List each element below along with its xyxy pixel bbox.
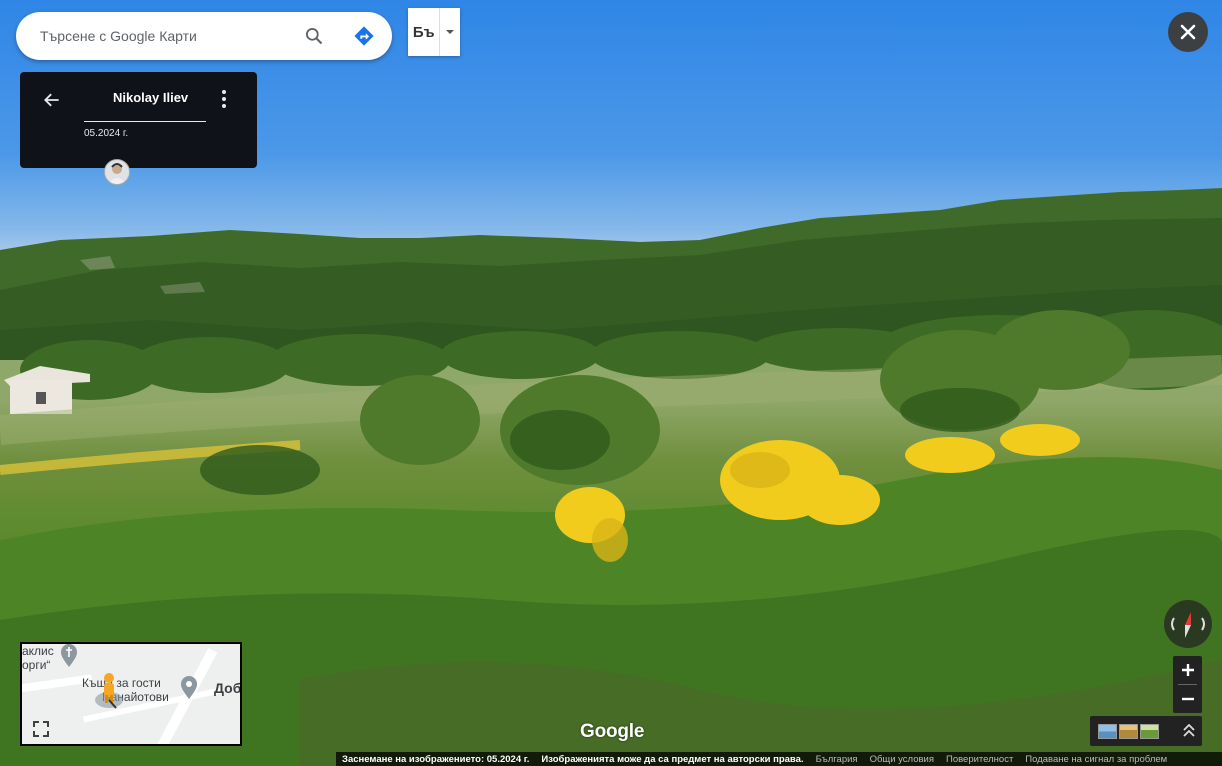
map-label: орги“ xyxy=(22,658,51,672)
thumbnail-meadow[interactable] xyxy=(1140,724,1159,739)
capture-date: 05.2024 г. xyxy=(84,128,129,139)
thumbnail-sky[interactable] xyxy=(1098,724,1117,739)
close-icon xyxy=(1179,23,1197,41)
search-input[interactable] xyxy=(40,12,290,60)
compass-icon xyxy=(1166,602,1210,646)
close-button[interactable] xyxy=(1168,12,1208,52)
plus-icon xyxy=(1181,664,1194,676)
expand-up-icon[interactable] xyxy=(1180,721,1198,741)
map-label: Доб xyxy=(214,680,242,696)
chevron-down-icon[interactable] xyxy=(439,8,460,56)
footer-report-link[interactable]: Подаване на сигнал за проблем xyxy=(1019,754,1173,765)
pegman-icon[interactable] xyxy=(92,670,126,715)
footer-bar: Заснемане на изображението: 05.2024 г. И… xyxy=(336,752,1222,766)
search-icon[interactable] xyxy=(302,24,326,48)
zoom-in-button[interactable] xyxy=(1173,656,1202,684)
avatar[interactable] xyxy=(104,159,130,185)
language-toggle[interactable]: Бъ xyxy=(408,8,460,56)
minimap[interactable]: аклис орги“ Къща за гости Панайотови Доб xyxy=(20,642,242,746)
search-box xyxy=(16,12,392,60)
place-pin-icon xyxy=(180,676,198,705)
minus-icon xyxy=(1181,697,1194,701)
thumbnail-field[interactable] xyxy=(1119,724,1138,739)
more-options-icon[interactable] xyxy=(216,87,232,111)
google-logo: Google xyxy=(580,721,645,742)
directions-icon[interactable] xyxy=(352,24,376,48)
author-name[interactable]: Nikolay Iliev xyxy=(113,90,188,105)
zoom-out-button[interactable] xyxy=(1173,685,1202,713)
footer-capture-date: Заснемане на изображението: 05.2024 г. xyxy=(342,753,530,765)
footer-privacy-link[interactable]: Поверителност xyxy=(940,754,1019,765)
author-underline xyxy=(84,121,206,122)
footer-copyright: Изображенията може да са предмет на авто… xyxy=(541,753,804,765)
photo-info-card: Nikolay Iliev 05.2024 г. xyxy=(20,72,257,185)
church-icon xyxy=(60,644,78,673)
imagery-strip xyxy=(1090,716,1202,746)
footer-country-link[interactable]: България xyxy=(810,754,864,765)
compass-button[interactable] xyxy=(1164,600,1212,648)
back-arrow-icon[interactable] xyxy=(40,88,64,112)
language-label[interactable]: Бъ xyxy=(408,8,439,56)
footer-terms-link[interactable]: Общи условия xyxy=(864,754,940,765)
map-label: аклис xyxy=(22,644,54,658)
zoom-controls xyxy=(1173,656,1202,713)
expand-map-icon[interactable] xyxy=(28,716,54,742)
